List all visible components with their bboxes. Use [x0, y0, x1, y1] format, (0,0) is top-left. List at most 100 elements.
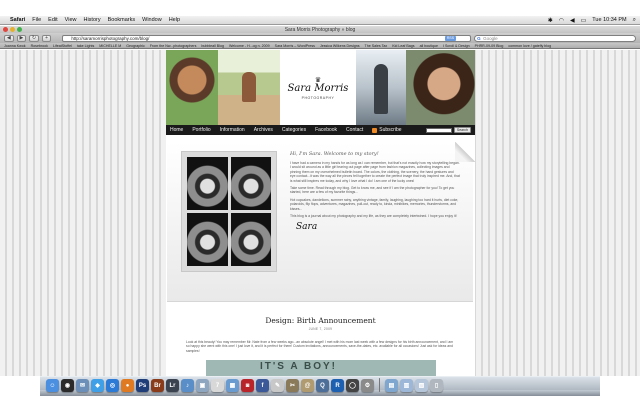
forward-button[interactable]: ▶	[16, 34, 27, 42]
nav-subscribe[interactable]: Subscribe	[379, 127, 401, 133]
wifi-icon[interactable]: ◠	[559, 17, 564, 24]
bookmark-item[interactable]: From the Nw...photographers	[150, 44, 197, 48]
stacks-downloads-icon[interactable]: ▥	[400, 379, 413, 392]
finder-icon[interactable]: ☺	[46, 379, 59, 392]
bookmark-item[interactable]: Geographic	[126, 44, 145, 48]
blog-page: ♛ Sara Morris PHOTOGRAPHY Home Portfolio…	[166, 50, 475, 376]
bookmark-item[interactable]: I Scroll & Design	[443, 44, 470, 48]
bookmark-item[interactable]: Rosebrook	[31, 44, 48, 48]
welcome-paragraph: I have had a camera in my hands for as l…	[290, 161, 460, 183]
nav-archives[interactable]: Archives	[254, 127, 273, 133]
announcement-text: IT'S A BOY!	[260, 361, 337, 372]
header-photo-closeup	[406, 50, 475, 125]
menu-window[interactable]: Window	[142, 17, 162, 23]
script-editor-icon[interactable]: ✂	[286, 379, 299, 392]
close-window-icon[interactable]	[3, 27, 8, 32]
ical-icon[interactable]: 7	[211, 379, 224, 392]
safari-icon[interactable]: ◎	[106, 379, 119, 392]
welcome-heading: Hi, I'm Sara. Welcome to my story!	[290, 151, 379, 157]
bookmarks-bar: Joanna Kwok Rosebrook LifeatStoffel take Li…	[0, 43, 640, 49]
bridge-icon[interactable]: Br	[151, 379, 164, 392]
minimize-window-icon[interactable]	[10, 27, 15, 32]
bookmark-item[interactable]: bubbleall Blog	[201, 44, 224, 48]
bookmark-item[interactable]: The Sales Tax	[365, 44, 388, 48]
dock-separator	[379, 378, 380, 392]
ichat-icon[interactable]: ◆	[91, 379, 104, 392]
aperture-icon[interactable]: ◯	[346, 379, 359, 392]
menu-view[interactable]: View	[65, 17, 77, 23]
welcome-section: Hi, I'm Sara. Welcome to my story! I hav…	[167, 142, 475, 302]
browser-toolbar: ◀ ▶ ↻ + http://saramorrisphotography.com…	[0, 33, 640, 43]
address-book-icon[interactable]: @	[301, 379, 314, 392]
add-bookmark-button[interactable]: +	[41, 34, 52, 42]
stacks-documents-icon[interactable]: ▧	[415, 379, 428, 392]
address-bar[interactable]: http://saramorrisphotography.com/blog/ R…	[62, 34, 472, 42]
reload-button[interactable]: ↻	[29, 34, 39, 42]
bookmark-item[interactable]: Welcome - H...og n. 2009	[229, 44, 270, 48]
reeder-icon[interactable]: R	[331, 379, 344, 392]
rss-icon[interactable]: RSS	[444, 35, 457, 41]
bookmark-item[interactable]: PHRR-09-09 Blog	[475, 44, 504, 48]
iphoto-icon[interactable]: ▦	[226, 379, 239, 392]
system-preferences-icon[interactable]: ⚙	[361, 379, 374, 392]
search-placeholder: Google	[483, 35, 498, 41]
bookmark-item[interactable]: MICHELLE M	[99, 44, 121, 48]
menu-history[interactable]: History	[83, 17, 100, 23]
mail-icon[interactable]: ✉	[76, 379, 89, 392]
bluetooth-icon[interactable]: ✱	[548, 17, 553, 24]
back-button[interactable]: ◀	[4, 34, 14, 42]
header-photo-girl-portrait	[166, 50, 218, 125]
photobooth-frame	[230, 157, 271, 210]
photoshop-icon[interactable]: Ps	[136, 379, 149, 392]
dashboard-icon[interactable]: ◉	[61, 379, 74, 392]
menu-help[interactable]: Help	[169, 17, 180, 23]
volume-icon[interactable]: ◀	[570, 17, 575, 24]
site-search-input[interactable]	[425, 127, 452, 133]
zoom-window-icon[interactable]	[17, 27, 22, 32]
nav-portfolio[interactable]: Portfolio	[192, 127, 210, 133]
nav-home[interactable]: Home	[170, 127, 183, 133]
birth-announcement-image: IT'S A BOY!	[206, 360, 436, 376]
site-nav: Home Portfolio Information Archives Cate…	[166, 125, 475, 135]
itunes-icon[interactable]: ♪	[181, 379, 194, 392]
site-search-button[interactable]: Search	[453, 127, 471, 133]
firefox-icon[interactable]: ●	[121, 379, 134, 392]
subscribe-rss-icon[interactable]	[372, 127, 378, 133]
nav-contact[interactable]: Contact	[346, 127, 363, 133]
quicktime-icon[interactable]: Q	[316, 379, 329, 392]
facebook-app-icon[interactable]: f	[256, 379, 269, 392]
battery-icon[interactable]: ▭	[581, 17, 587, 24]
post-title[interactable]: Design: Birth Announcement	[166, 316, 475, 325]
google-search-icon: G	[477, 35, 481, 41]
spotlight-icon[interactable]: ⌕	[633, 17, 636, 24]
nav-information[interactable]: Information	[220, 127, 245, 133]
menu-safari[interactable]: Safari	[10, 17, 25, 23]
url-text: http://saramorrisphotography.com/blog/	[71, 35, 150, 41]
photo-booth-icon[interactable]: ◙	[241, 379, 254, 392]
textedit-icon[interactable]: ✎	[271, 379, 284, 392]
menubar-clock[interactable]: Tue 10:34 PM	[592, 17, 626, 23]
bookmark-item[interactable]: LifeatStoffel	[53, 44, 72, 48]
stacks-applications-icon[interactable]: ▤	[385, 379, 398, 392]
trash-icon[interactable]: ▯	[430, 379, 443, 392]
bookmark-item[interactable]: Jessica Wilkens Designs	[320, 44, 360, 48]
bookmark-item[interactable]: all boutique	[420, 44, 438, 48]
welcome-paragraph: Take some time. Read through my blog. Ge…	[290, 186, 455, 195]
bookmark-item[interactable]: common love / gatefly blog	[508, 44, 551, 48]
photobooth-frame	[187, 213, 228, 266]
nav-categories[interactable]: Categories	[282, 127, 306, 133]
bookmark-item[interactable]: Joanna Kwok	[4, 44, 26, 48]
bookmark-item[interactable]: Kid Leaf Bags	[392, 44, 414, 48]
menu-bookmarks[interactable]: Bookmarks	[108, 17, 136, 23]
menu-file[interactable]: File	[32, 17, 41, 23]
header-photo-field	[218, 50, 280, 125]
site-logo[interactable]: ♛ Sara Morris PHOTOGRAPHY	[280, 50, 356, 125]
nav-facebook[interactable]: Facebook	[315, 127, 337, 133]
menu-edit[interactable]: Edit	[48, 17, 57, 23]
lightroom-icon[interactable]: Lr	[166, 379, 179, 392]
search-field[interactable]: G Google	[474, 34, 636, 42]
preview-icon[interactable]: ▣	[196, 379, 209, 392]
site-header: ♛ Sara Morris PHOTOGRAPHY	[166, 50, 475, 125]
bookmark-item[interactable]: Sara Morris – WordPress	[275, 44, 315, 48]
bookmark-item[interactable]: take Lights	[77, 44, 94, 48]
